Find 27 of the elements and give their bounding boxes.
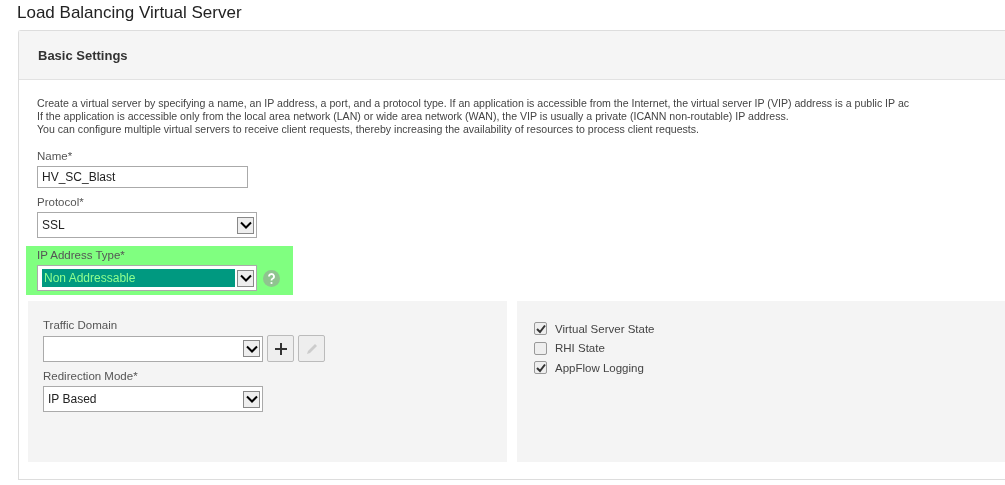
field-label: Protocol*: [37, 196, 85, 208]
field-label: Name*: [37, 150, 74, 162]
description-text: You can configure multiple virtual servers to receive client requests, thereby increasing the availability of resources to process client requests.: [37, 123, 701, 136]
checkbox[interactable]: [534, 361, 547, 375]
help-icon[interactable]: [263, 269, 280, 287]
caret-icon: [237, 216, 254, 234]
checkbox-label: Virtual Server State: [555, 322, 655, 335]
field-label: IP Address Type*: [37, 249, 126, 261]
checkbox-label: AppFlow Logging: [555, 361, 644, 374]
field-label: Redirection Mode*: [43, 370, 139, 382]
checkbox[interactable]: [534, 341, 547, 355]
plus-icon: [274, 342, 287, 355]
dropdown[interactable]: SSL: [37, 212, 257, 238]
caret-icon: [243, 340, 260, 357]
field-label: Traffic Domain: [43, 319, 119, 331]
caret-icon: [243, 390, 260, 408]
dropdown[interactable]: IP Based: [43, 386, 263, 412]
add-button[interactable]: [267, 335, 294, 362]
checkbox-label: RHI State: [555, 342, 605, 355]
page-title: Load Balancing Virtual Server: [16, 2, 243, 24]
name-field[interactable]: HV_SC_Blast: [37, 166, 248, 188]
description-text: If the application is accessible only from the local area network (LAN) or wide area network (WAN), the VIP is usually a private (ICANN non-routable) IP address.: [37, 110, 790, 123]
description-text: Create a virtual server by specifying a name, an IP address, a port, and a protocol type. If an application is accessible from the Internet, the virtual server IP (VIP) address is a public IP ac: [37, 97, 911, 110]
pencil-icon: [304, 341, 319, 356]
section-title: Basic Settings: [38, 47, 128, 63]
caret-icon: [237, 269, 254, 287]
checkbox[interactable]: [534, 322, 547, 336]
